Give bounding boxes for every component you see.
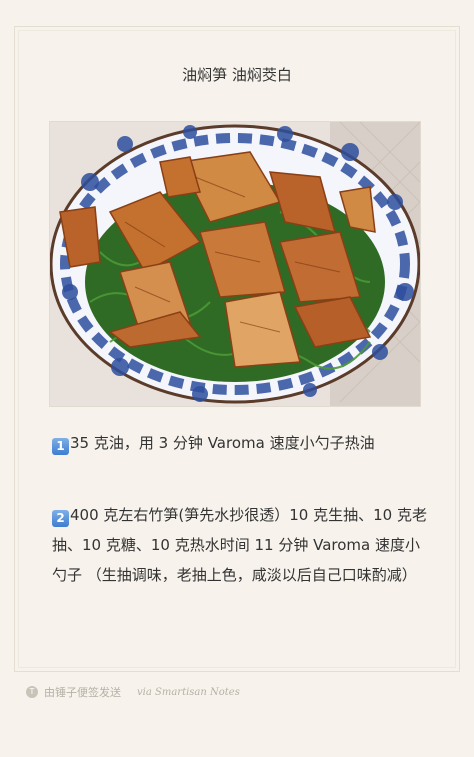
footer: T 由锤子便签发送 via Smartisan Notes <box>26 684 240 700</box>
keycap-one-icon: 1 <box>52 438 69 455</box>
note-title: 油焖笋 油焖茭白 <box>182 66 292 84</box>
step-2-text: 400 克左右竹笋(笋先水抄很透）10 克生抽、10 克老抽、10 克糖、10 … <box>52 506 427 584</box>
step-2: 2 400 克左右竹笋(笋先水抄很透）10 克生抽、10 克老抽、10 克糖、10… <box>52 500 432 590</box>
food-photo[interactable] <box>50 122 420 406</box>
keycap-two-icon: 2 <box>52 510 69 527</box>
smartisan-logo-icon: T <box>26 686 38 698</box>
step-1: 1 35 克油，用 3 分钟 Varoma 速度小勺子热油 <box>52 428 432 458</box>
step-1-text: 35 克油，用 3 分钟 Varoma 速度小勺子热油 <box>70 434 375 452</box>
food-photo-image <box>50 122 420 406</box>
footer-via-text: via Smartisan Notes <box>137 686 240 698</box>
footer-app-text: 由锤子便签发送 <box>44 686 121 699</box>
